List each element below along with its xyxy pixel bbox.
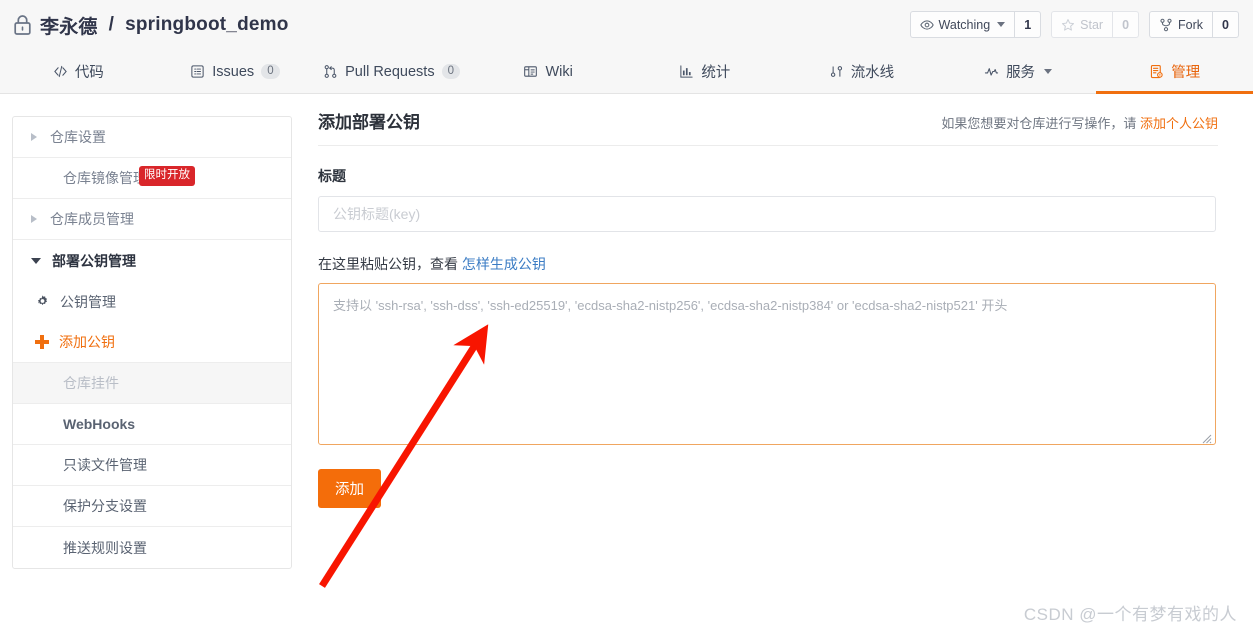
- chevron-down-icon: [1044, 69, 1053, 74]
- page-root: 李永德 / springboot_demo Watching 1 Star 0 …: [0, 0, 1253, 631]
- page-title: 添加部署公钥: [318, 113, 420, 132]
- sidebar-item-repo-mirror[interactable]: 仓库镜像管理 限时开放: [13, 158, 291, 199]
- title-field-label: 标题: [318, 168, 346, 184]
- tab-pull-requests-label: Pull Requests: [345, 63, 435, 80]
- tab-pull-requests-count: 0: [441, 64, 460, 79]
- star-icon: [1062, 18, 1075, 31]
- chevron-down-icon: [31, 257, 41, 264]
- fork-button-group[interactable]: Fork 0: [1149, 11, 1239, 38]
- repo-header: 李永德 / springboot_demo Watching 1 Star 0 …: [0, 0, 1253, 50]
- watching-button[interactable]: Watching: [909, 11, 1015, 38]
- tab-issues-label: Issues: [212, 63, 255, 80]
- service-icon: [984, 68, 999, 76]
- star-button[interactable]: Star: [1051, 11, 1113, 38]
- sidebar-item-label: 部署公钥管理: [52, 252, 136, 269]
- tab-code-label: 代码: [74, 65, 104, 81]
- sidebar-item-readonly-files[interactable]: 只读文件管理: [13, 445, 291, 486]
- sidebar-item-label: 保护分支设置: [63, 498, 147, 514]
- tab-issues-count: 0: [261, 64, 280, 79]
- eye-icon: [919, 19, 934, 30]
- sidebar-item-label: 推送规则设置: [63, 539, 147, 556]
- sidebar-item-repo-settings[interactable]: 仓库设置: [13, 117, 291, 158]
- sidebar-item-label: WebHooks: [63, 416, 136, 432]
- tab-code[interactable]: 代码: [0, 50, 157, 93]
- repo-name[interactable]: springboot_demo: [125, 14, 288, 36]
- repo-separator: /: [108, 14, 115, 35]
- star-label: Star: [1080, 17, 1104, 32]
- fork-icon: [1160, 18, 1172, 31]
- main-header: 添加部署公钥 如果您想要对仓库进行写操作，请 添加个人公钥: [318, 108, 1218, 146]
- tab-wiki[interactable]: Wiki: [470, 50, 627, 93]
- sidebar-item-deploy-keys[interactable]: 部署公钥管理: [13, 240, 291, 281]
- add-key-button[interactable]: 添加: [318, 469, 381, 508]
- repo-owner[interactable]: 李永德: [40, 12, 98, 39]
- tab-service[interactable]: 服务: [940, 50, 1097, 93]
- how-to-generate-key-link[interactable]: 怎样生成公钥: [462, 256, 546, 272]
- sidebar-item-label: 仓库成员管理: [50, 211, 134, 227]
- wiki-icon: [524, 66, 538, 77]
- header-actions: Watching 1 Star 0 Fork 0: [909, 11, 1239, 38]
- sidebar-item-webhooks[interactable]: WebHooks: [13, 404, 291, 445]
- key-field-label: 在这里粘贴公钥，查看 怎样生成公钥: [318, 254, 1218, 274]
- manage-icon: [1151, 64, 1163, 79]
- sidebar-item-protected-branches[interactable]: 保护分支设置: [13, 486, 291, 527]
- code-icon: [54, 65, 67, 78]
- tab-manage[interactable]: 管理: [1096, 50, 1253, 94]
- chevron-down-icon: [997, 22, 1006, 27]
- chevron-right-icon: [31, 215, 37, 223]
- write-access-hint: 如果您想要对仓库进行写操作，请 添加个人公钥: [941, 113, 1218, 132]
- watching-button-group[interactable]: Watching 1: [909, 11, 1042, 38]
- pipeline-icon: [830, 66, 842, 77]
- plus-icon: [35, 335, 49, 349]
- tab-pipeline[interactable]: 流水线: [783, 50, 940, 93]
- tab-pull-requests[interactable]: Pull Requests 0: [313, 50, 470, 93]
- watching-count[interactable]: 1: [1014, 11, 1042, 38]
- tab-wiki-label: Wiki: [545, 63, 573, 80]
- repo-nav-tabs: 代码 Issues 0 Pull Requests 0 Wiki 统计 流水线 …: [0, 50, 1253, 94]
- sidebar-item-label: 仓库设置: [50, 129, 106, 145]
- sidebar-item-repo-widgets[interactable]: 仓库挂件: [13, 363, 291, 404]
- settings-sidebar: 仓库设置 仓库镜像管理 限时开放 仓库成员管理 部署公钥管理 公钥管理 添加公钥: [12, 116, 292, 569]
- tab-service-label: 服务: [1006, 65, 1036, 81]
- fork-label: Fork: [1178, 17, 1204, 32]
- tab-issues[interactable]: Issues 0: [157, 50, 314, 93]
- star-count[interactable]: 0: [1112, 11, 1140, 38]
- tab-statistics[interactable]: 统计: [627, 50, 784, 93]
- key-title-input[interactable]: [318, 196, 1216, 232]
- add-personal-key-link[interactable]: 添加个人公钥: [1140, 116, 1218, 131]
- lock-icon: [14, 15, 31, 35]
- chevron-right-icon: [31, 133, 37, 141]
- sidebar-item-label: 只读文件管理: [63, 457, 147, 473]
- issues-icon: [191, 65, 204, 78]
- key-field-label-text: 在这里粘贴公钥，查看: [318, 256, 458, 272]
- chart-icon: [680, 65, 693, 78]
- sidebar-item-label: 仓库镜像管理: [63, 170, 147, 186]
- tab-pipeline-label: 流水线: [850, 65, 895, 81]
- sidebar-item-push-rules[interactable]: 推送规则设置: [13, 527, 291, 568]
- gear-icon: [38, 295, 47, 306]
- sidebar-item-add-key[interactable]: 添加公钥: [13, 322, 291, 363]
- star-button-group[interactable]: Star 0: [1051, 11, 1140, 38]
- tab-statistics-label: 统计: [701, 65, 731, 81]
- main-panel: 添加部署公钥 如果您想要对仓库进行写操作，请 添加个人公钥 标题 在这里粘贴公钥…: [318, 108, 1218, 508]
- sidebar-item-label: 仓库挂件: [63, 375, 119, 391]
- write-access-hint-text: 如果您想要对仓库进行写操作，请: [941, 116, 1137, 131]
- sidebar-item-repo-members[interactable]: 仓库成员管理: [13, 199, 291, 240]
- repo-breadcrumb: 李永德 / springboot_demo: [14, 12, 289, 39]
- key-textarea-wrap: [318, 274, 1218, 450]
- sidebar-item-key-management[interactable]: 公钥管理: [13, 281, 291, 322]
- sidebar-item-label: 公钥管理: [60, 293, 116, 310]
- fork-button[interactable]: Fork: [1149, 11, 1213, 38]
- fork-count[interactable]: 0: [1212, 11, 1239, 38]
- watching-label: Watching: [938, 17, 991, 32]
- status-badge: 限时开放: [139, 166, 195, 186]
- pull-request-icon: [324, 65, 337, 78]
- watermark: CSDN @一个有梦有戏的人: [1023, 605, 1237, 624]
- tab-manage-label: 管理: [1171, 65, 1201, 81]
- public-key-textarea[interactable]: [318, 283, 1216, 445]
- sidebar-item-label: 添加公钥: [59, 334, 115, 350]
